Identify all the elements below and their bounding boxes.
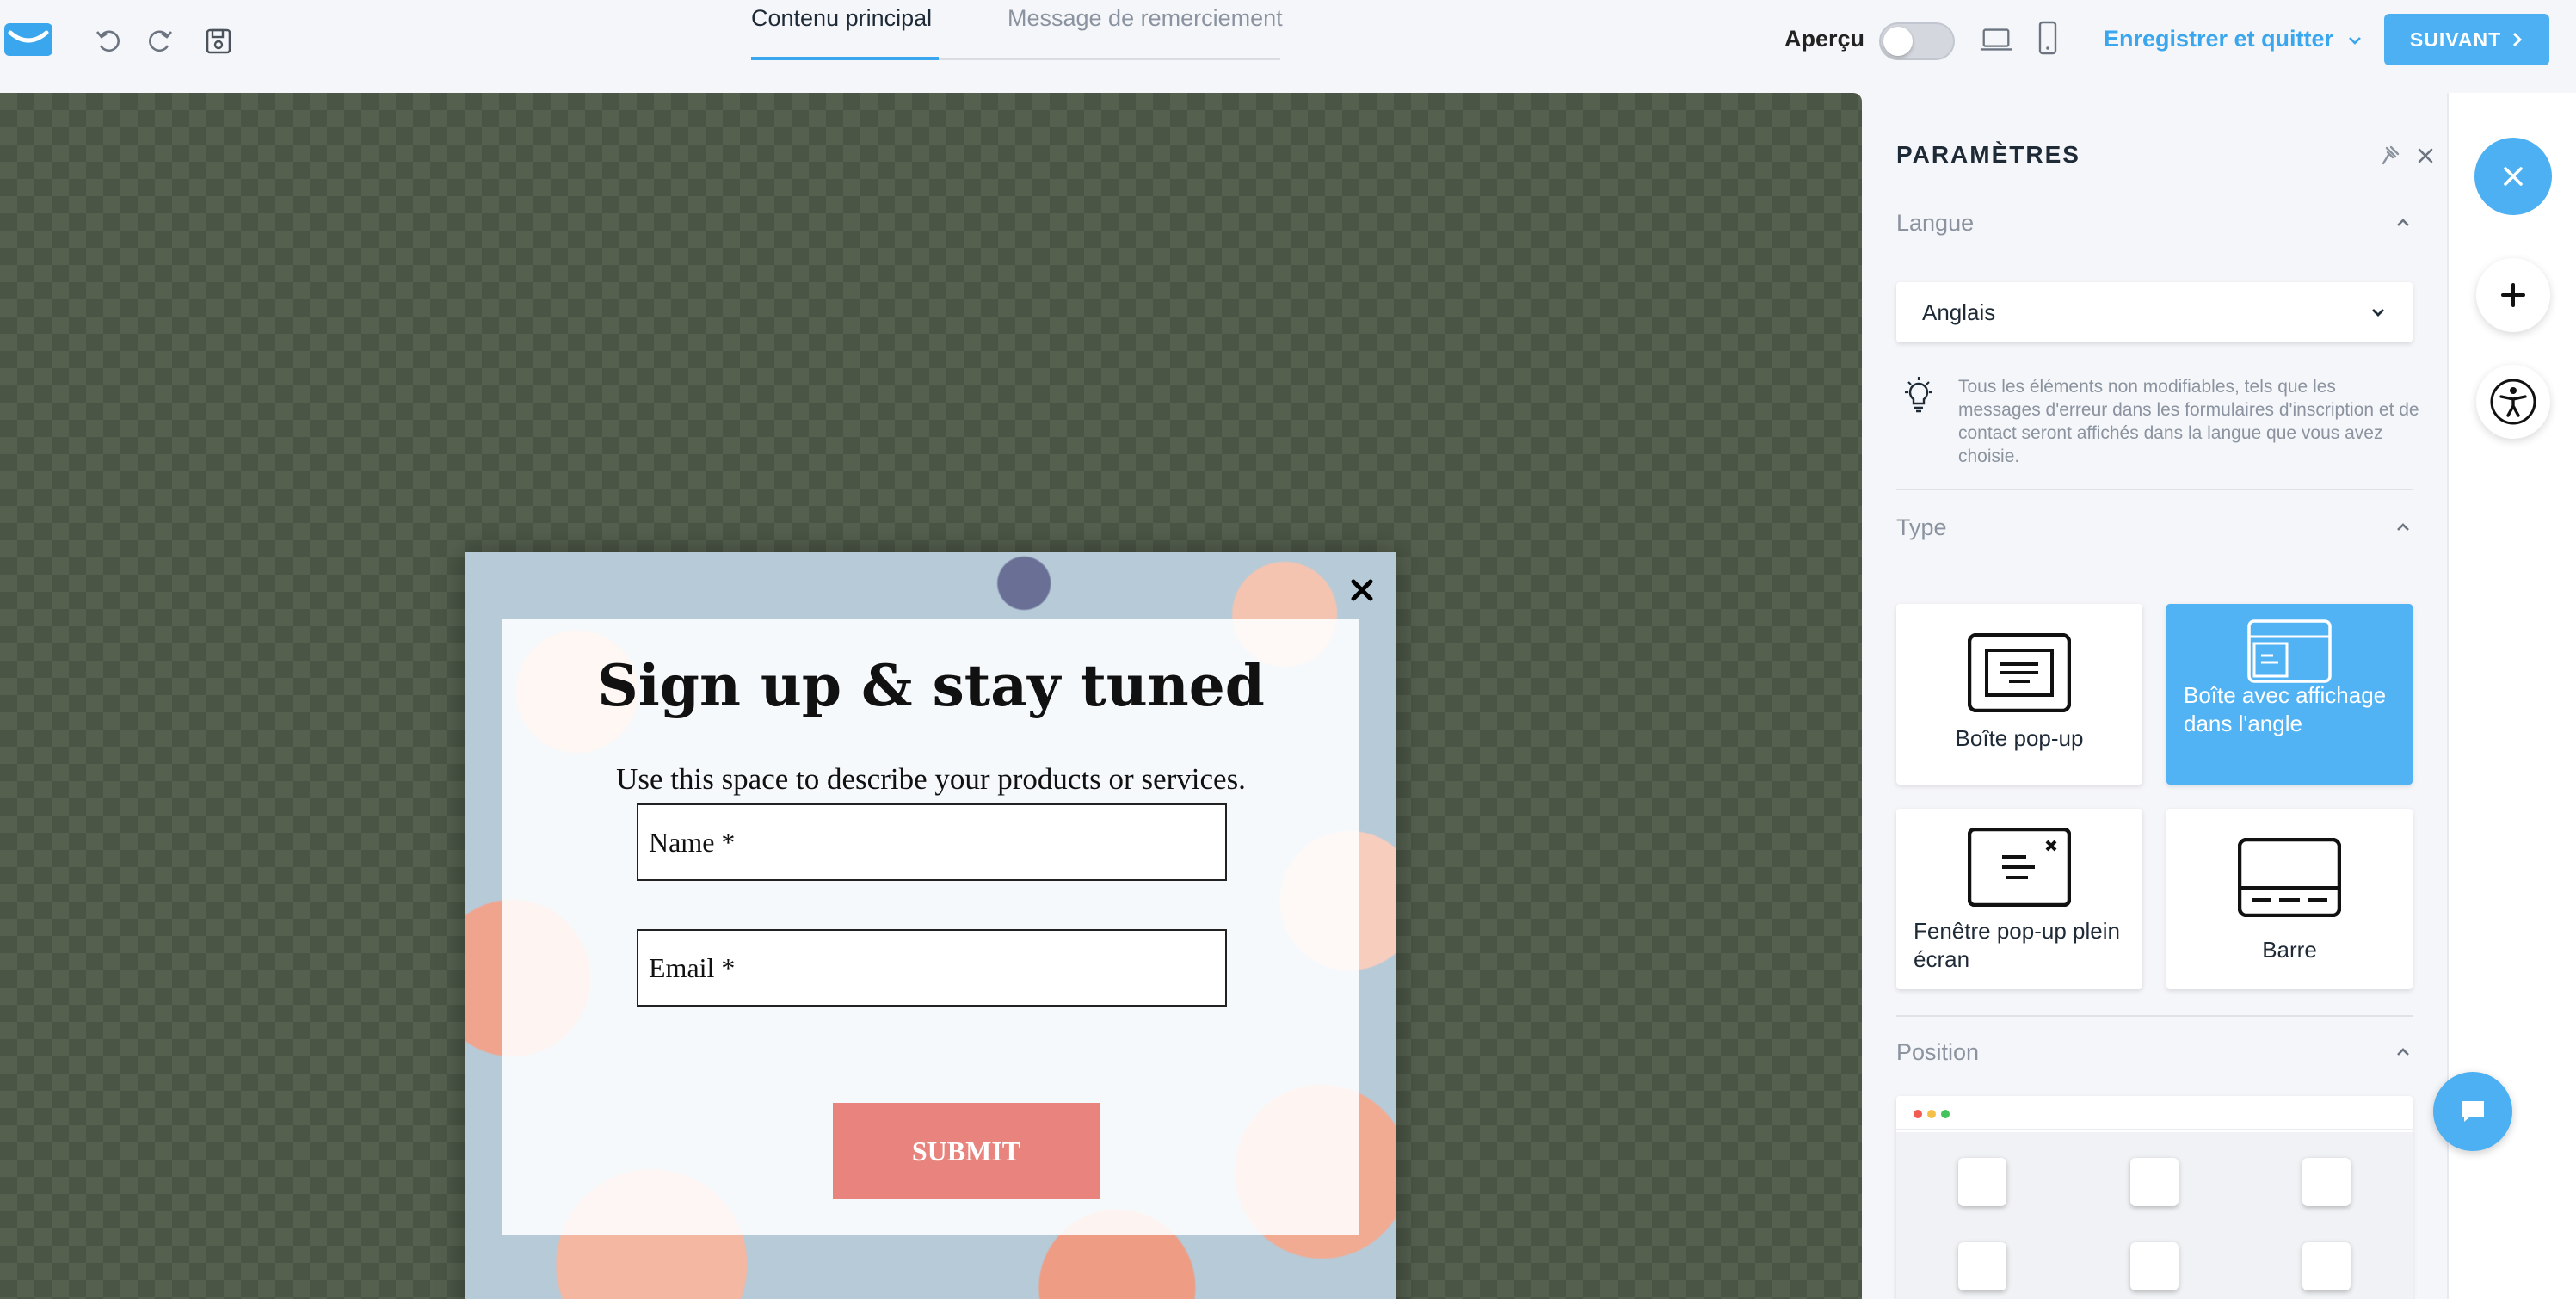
undo-icon[interactable] xyxy=(91,24,126,58)
popup-close-icon[interactable] xyxy=(1343,571,1381,609)
popup-form-card: Sign up & stay tuned Use this space to d… xyxy=(502,619,1359,1235)
top-bar: Contenu principal Message de remerciemen… xyxy=(0,0,2576,93)
chevron-up-icon xyxy=(2397,523,2409,531)
type-option-label: Barre xyxy=(2262,937,2317,963)
position-section-header[interactable]: Position xyxy=(1896,1039,2413,1066)
editor-tabs: Contenu principal Message de remerciemen… xyxy=(751,0,1283,60)
position-top-right[interactable] xyxy=(2302,1158,2351,1206)
type-option-label: Boîte avec affichage dans l'angle xyxy=(2184,682,2387,736)
window-dot-yellow xyxy=(1927,1110,1936,1118)
type-option-label: Fenêtre pop-up plein écran xyxy=(1914,918,2120,972)
redo-icon[interactable] xyxy=(143,24,177,58)
name-field[interactable]: Name * xyxy=(637,803,1227,881)
position-middle-right[interactable] xyxy=(2302,1242,2351,1290)
position-top-left[interactable] xyxy=(1958,1158,2006,1206)
submit-button[interactable]: SUBMIT xyxy=(833,1103,1100,1199)
logo-icon[interactable] xyxy=(3,22,53,57)
divider xyxy=(1896,489,2413,490)
browser-bar xyxy=(1896,1096,2413,1130)
type-heading: Type xyxy=(1896,514,1947,540)
type-option-label: Boîte pop-up xyxy=(1955,725,2084,751)
settings-title: PARAMÈTRES xyxy=(1896,141,2080,168)
popup-box-icon xyxy=(1968,633,2071,712)
mobile-icon[interactable] xyxy=(2031,21,2065,55)
toggle-knob xyxy=(1883,27,1913,56)
position-top-center[interactable] xyxy=(2130,1158,2179,1206)
type-option-corner-box[interactable]: Boîte avec affichage dans l'angle xyxy=(2166,604,2413,785)
chevron-up-icon xyxy=(2397,1048,2409,1056)
language-selected-value: Anglais xyxy=(1922,299,1996,325)
preview-toggle[interactable] xyxy=(1879,22,1955,60)
chevron-up-icon xyxy=(2397,219,2409,226)
tab-thank-you-message[interactable]: Message de remerciement xyxy=(1008,5,1283,32)
settings-panel: PARAMÈTRES Langue Anglais Tous les éléme… xyxy=(1862,93,2447,1299)
save-icon[interactable] xyxy=(201,24,236,58)
position-heading: Position xyxy=(1896,1039,1980,1065)
type-option-popup-box[interactable]: Boîte pop-up xyxy=(1896,604,2142,785)
pin-icon[interactable] xyxy=(2380,145,2402,167)
position-middle-center[interactable] xyxy=(2130,1242,2179,1290)
chevron-right-icon xyxy=(2513,32,2523,47)
close-panel-icon[interactable] xyxy=(2414,145,2437,167)
position-grid xyxy=(1896,1132,2413,1299)
position-middle-left[interactable] xyxy=(1958,1242,2006,1290)
chevron-down-icon xyxy=(2348,37,2361,45)
active-tab-indicator xyxy=(751,57,939,60)
chat-icon[interactable] xyxy=(2433,1072,2512,1151)
window-dot-red xyxy=(1914,1110,1922,1118)
plus-icon[interactable] xyxy=(2476,258,2550,332)
close-icon[interactable] xyxy=(2474,138,2552,215)
accessibility-icon[interactable] xyxy=(2476,365,2550,439)
corner-box-icon xyxy=(2247,619,2332,683)
save-and-quit-button[interactable]: Enregistrer et quitter xyxy=(2104,26,2363,52)
popup-title[interactable]: Sign up & stay tuned xyxy=(502,652,1359,719)
fullscreen-popup-icon xyxy=(1968,828,2071,907)
tab-main-content[interactable]: Contenu principal xyxy=(751,5,932,32)
chevron-down-icon xyxy=(2372,309,2384,317)
position-picker xyxy=(1896,1096,2413,1299)
type-option-bar[interactable]: Barre xyxy=(2166,809,2413,989)
save-and-quit-label: Enregistrer et quitter xyxy=(2104,26,2334,52)
type-option-fullscreen[interactable]: Fenêtre pop-up plein écran xyxy=(1896,809,2142,989)
preview-label: Aperçu xyxy=(1784,26,1865,52)
bar-icon xyxy=(2238,838,2341,917)
next-button[interactable]: SUIVANT xyxy=(2384,14,2549,65)
divider xyxy=(1896,1015,2413,1017)
language-section-header[interactable]: Langue xyxy=(1896,210,2413,237)
language-heading: Langue xyxy=(1896,210,1975,236)
language-hint: Tous les éléments non modifiables, tels … xyxy=(1958,377,2419,466)
next-label: SUIVANT xyxy=(2409,28,2502,51)
type-section-header[interactable]: Type xyxy=(1896,514,2413,541)
lightbulb-icon xyxy=(1905,377,1932,413)
email-field[interactable]: Email * xyxy=(637,929,1227,1007)
popup-description[interactable]: Use this space to describe your products… xyxy=(502,762,1359,797)
window-dot-green xyxy=(1941,1110,1950,1118)
popup-preview[interactable]: Sign up & stay tuned Use this space to d… xyxy=(465,552,1396,1299)
language-select[interactable]: Anglais xyxy=(1896,282,2413,342)
desktop-icon[interactable] xyxy=(1979,22,2013,57)
editor-canvas[interactable]: Sign up & stay tuned Use this space to d… xyxy=(0,93,1862,1299)
